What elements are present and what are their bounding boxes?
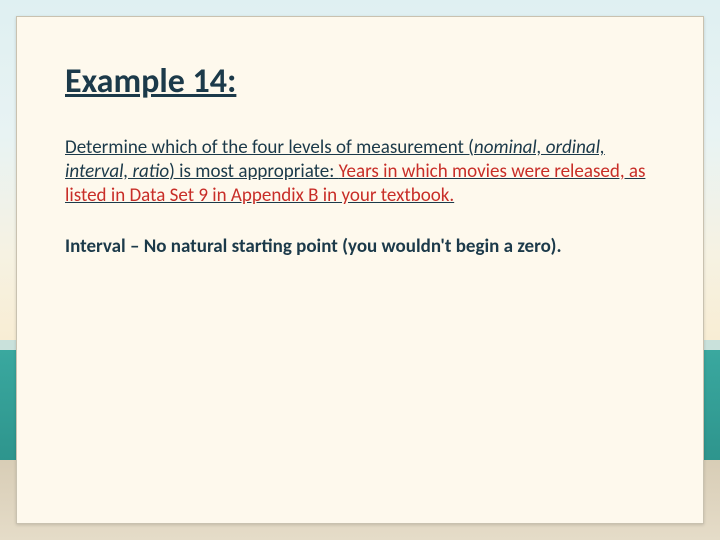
example-title: Example 14: bbox=[65, 61, 655, 102]
answer-text: Interval – No natural starting point (yo… bbox=[65, 235, 655, 260]
question-lead: Determine which of the four levels of me… bbox=[65, 136, 474, 159]
question-mid: ) is most appropriate: bbox=[169, 160, 339, 183]
content-card: Example 14: Determine which of the four … bbox=[16, 16, 704, 524]
question-paragraph: Determine which of the four levels of me… bbox=[65, 136, 655, 207]
